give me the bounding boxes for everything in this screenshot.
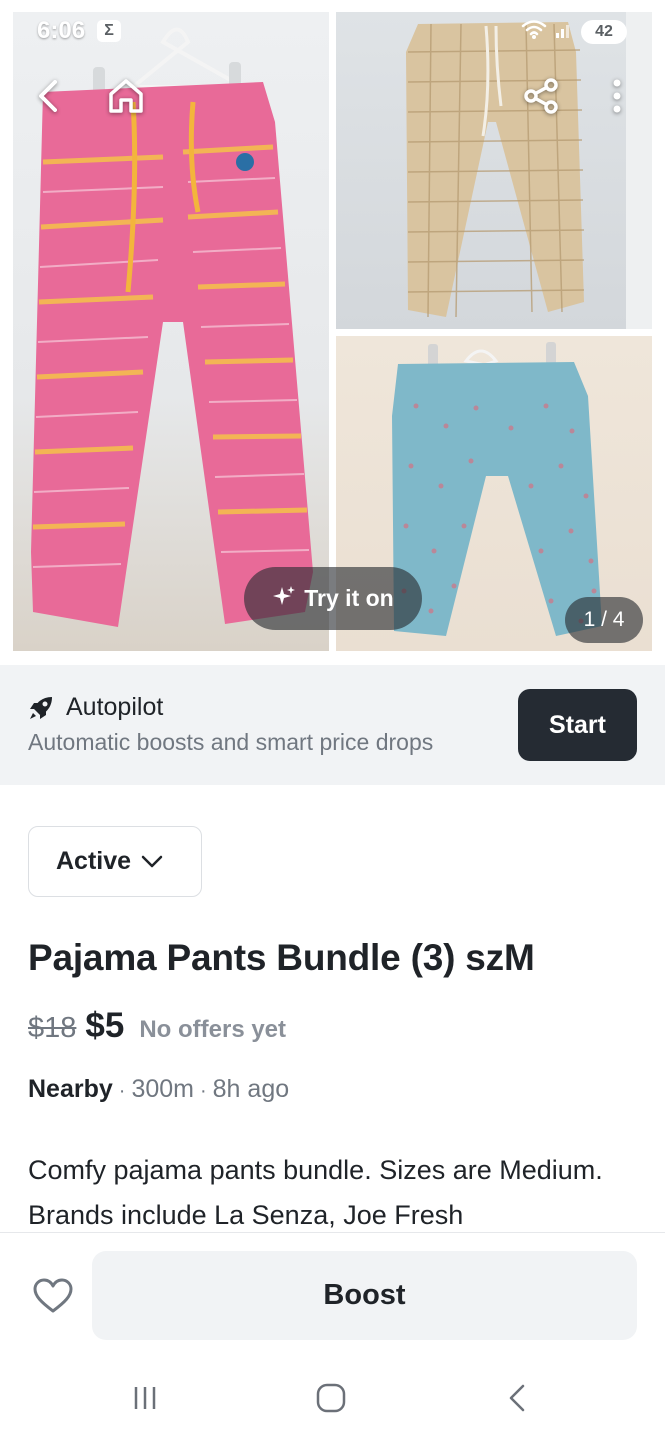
photo-counter: 1 / 4 — [565, 597, 643, 643]
status-time: 6:06 — [37, 17, 86, 44]
more-vertical-icon — [612, 79, 622, 118]
recent-apps-icon — [131, 1385, 159, 1416]
distance-label: 300m — [131, 1075, 194, 1103]
listing-status-label: Active — [56, 847, 132, 875]
bottom-action-bar: Boost — [0, 1232, 665, 1360]
autopilot-subtitle: Automatic boosts and smart price drops — [28, 729, 434, 755]
back-arrow-icon — [33, 79, 63, 118]
rocket-icon — [28, 695, 54, 726]
sparkle-icon — [272, 584, 296, 614]
favorite-button[interactable] — [30, 1275, 76, 1321]
system-home-button[interactable] — [311, 1382, 351, 1418]
posted-time: 8h ago — [212, 1075, 290, 1103]
notification-badge: Σ — [97, 20, 121, 42]
boost-button[interactable]: Boost — [92, 1251, 637, 1340]
share-button[interactable] — [517, 74, 565, 122]
wifi-icon — [521, 18, 547, 45]
try-it-on-button[interactable]: Try it on — [244, 567, 422, 630]
chevron-down-icon — [141, 847, 163, 876]
home-icon — [107, 78, 145, 119]
autopilot-banner: Autopilot Automatic boosts and smart pri… — [0, 665, 665, 785]
location-label: Nearby — [28, 1075, 113, 1103]
price-row: $18 $5 No offers yet — [28, 1006, 286, 1046]
more-options-button[interactable] — [593, 74, 641, 122]
separator-dot: · — [199, 1080, 207, 1102]
heart-icon — [33, 1278, 73, 1319]
listing-status-dropdown[interactable]: Active — [28, 826, 202, 897]
share-icon — [522, 77, 560, 120]
system-navigation-bar — [0, 1360, 665, 1440]
status-bar: 6:06 Σ 42 — [0, 0, 665, 60]
autopilot-start-button[interactable]: Start — [518, 689, 637, 761]
current-price: $5 — [85, 1006, 125, 1045]
system-back-button[interactable] — [497, 1382, 537, 1418]
signal-icon — [555, 19, 573, 44]
system-back-icon — [506, 1383, 528, 1418]
listing-description: Comfy pajama pants bundle. Sizes are Med… — [28, 1155, 603, 1230]
separator-dot: · — [118, 1080, 126, 1102]
home-circle-icon — [316, 1383, 346, 1418]
back-button[interactable] — [24, 74, 72, 122]
home-button[interactable] — [102, 74, 150, 122]
original-price: $18 — [28, 1012, 77, 1044]
status-icons: 42 — [521, 18, 627, 45]
battery-indicator: 42 — [581, 19, 627, 44]
autopilot-title: Autopilot — [66, 693, 164, 721]
offers-status: No offers yet — [139, 1016, 287, 1043]
listing-title: Pajama Pants Bundle (3) szM — [28, 937, 535, 978]
try-it-on-label: Try it on — [304, 585, 394, 611]
recent-apps-button[interactable] — [125, 1382, 165, 1418]
listing-meta: Nearby · 300m · 8h ago — [28, 1075, 289, 1104]
photo-gallery[interactable]: 6:06 Σ 42 Try it on 1 / 4 — [0, 0, 665, 665]
